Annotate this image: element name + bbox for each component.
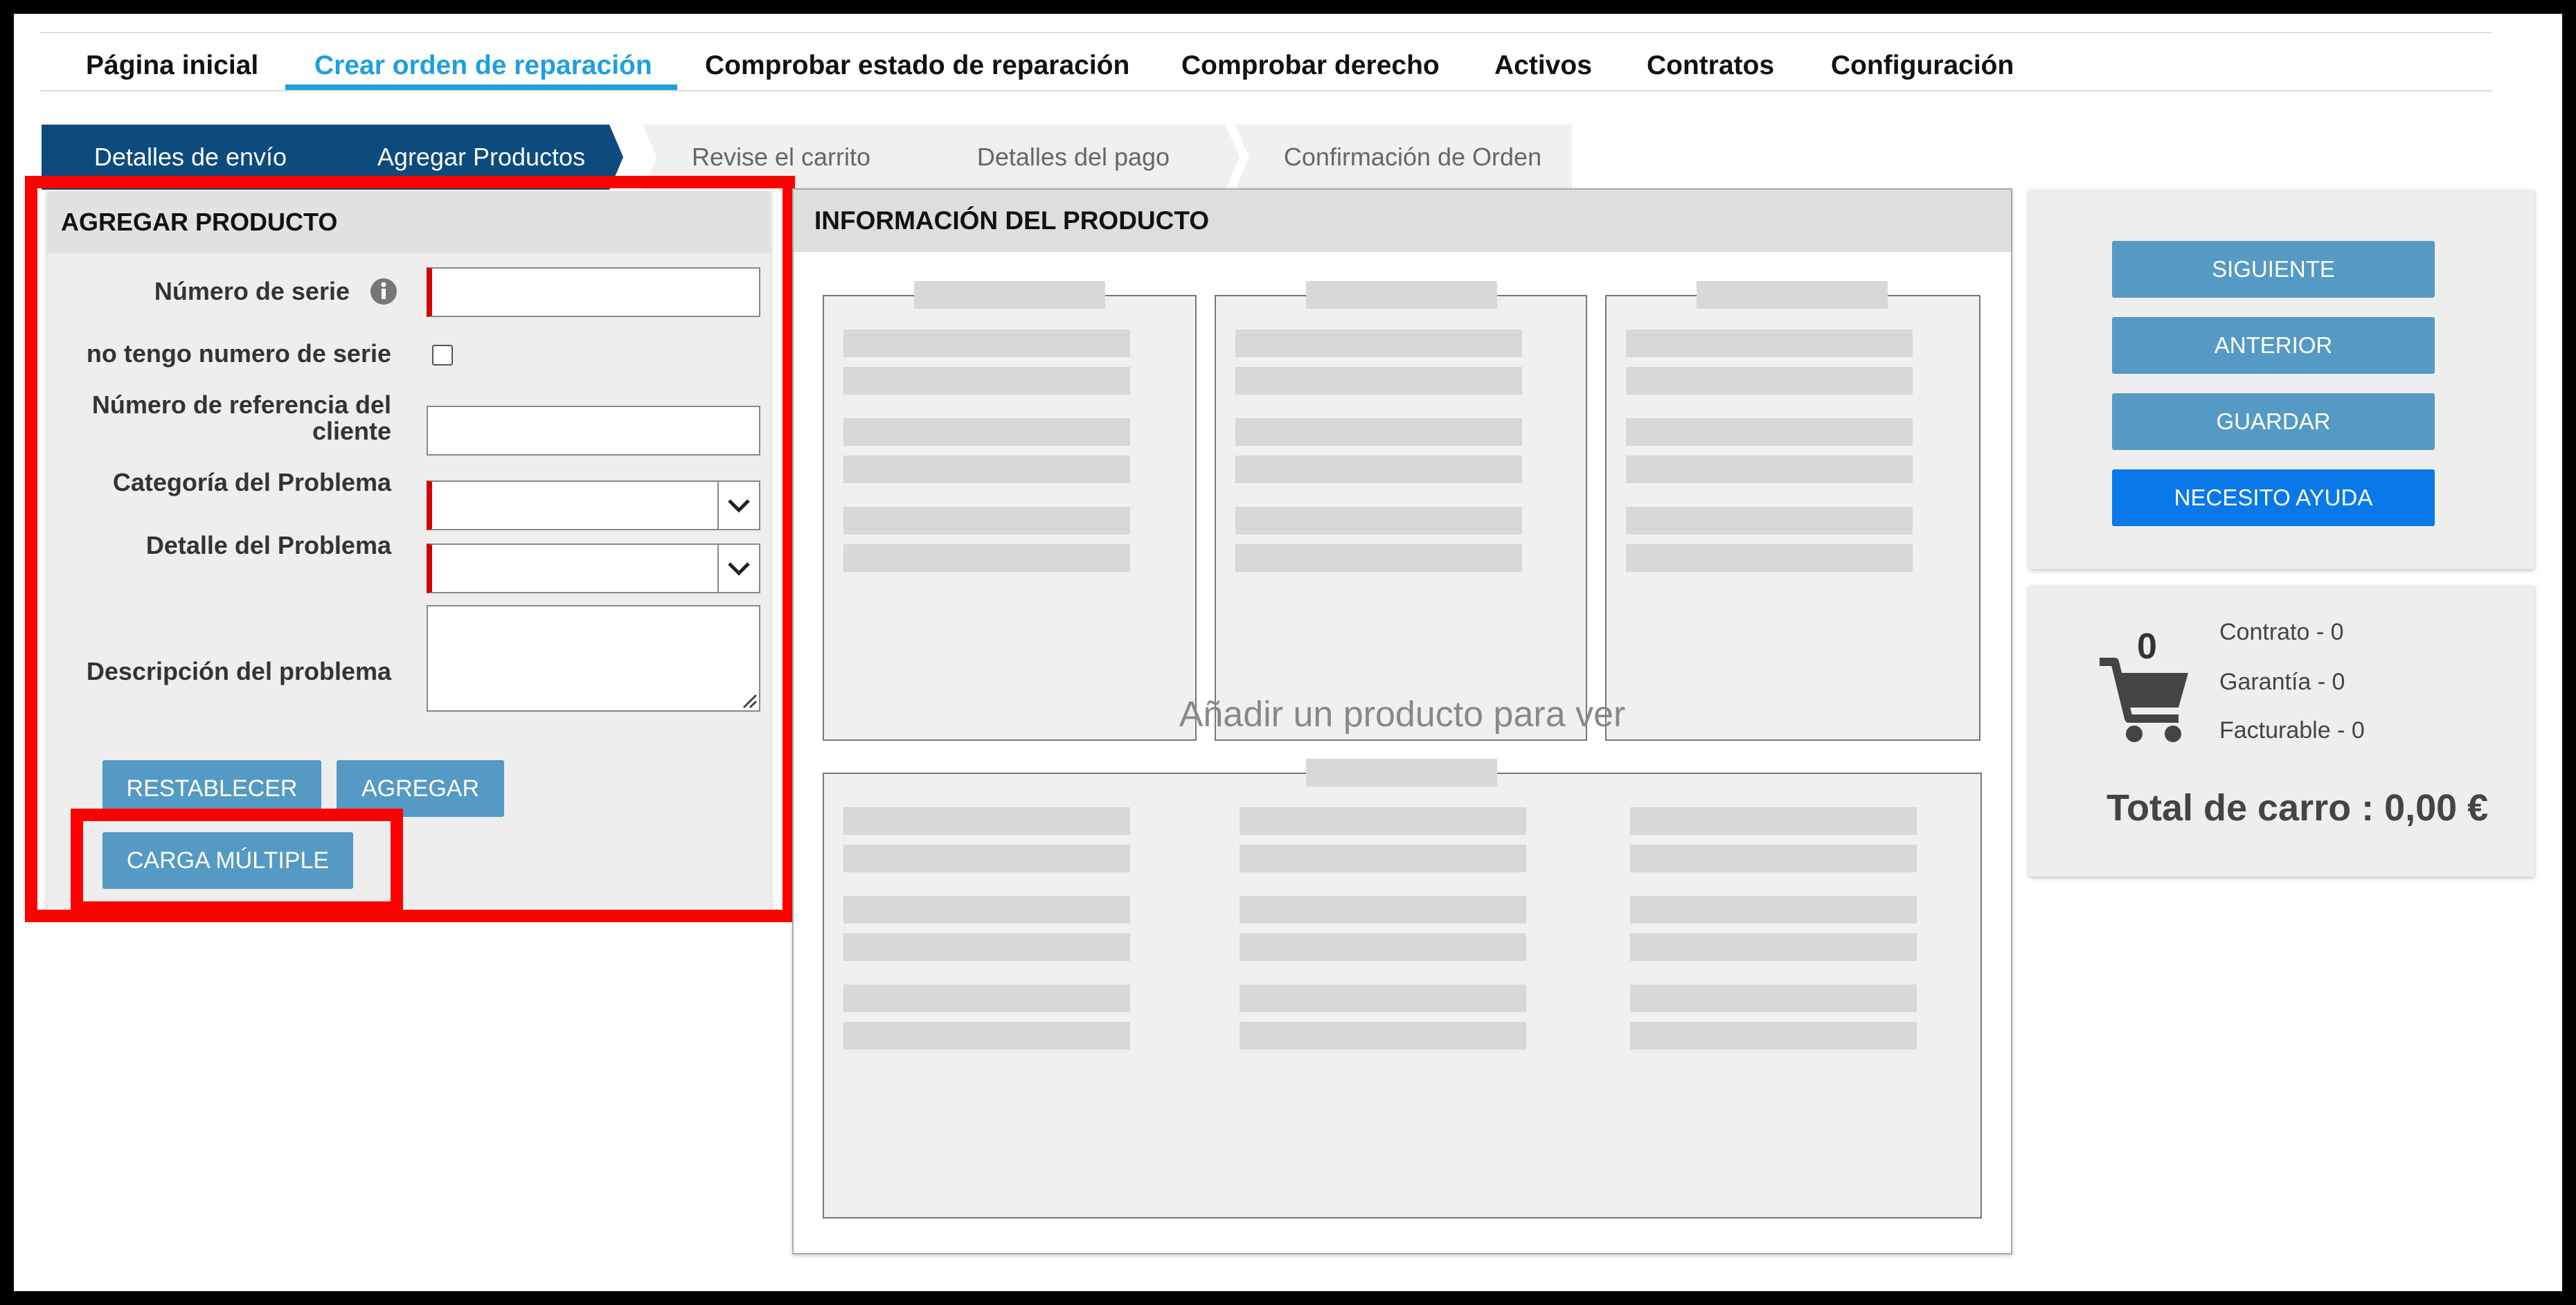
cart-count: 0 (2137, 627, 2157, 667)
skeleton-bar (914, 281, 1105, 309)
skeleton-bar (1630, 896, 1917, 924)
skeleton-bar (843, 845, 1130, 872)
skeleton-bar (1240, 807, 1526, 835)
skeleton-bar (843, 507, 1130, 534)
skeleton-bar (1630, 807, 1917, 835)
cart-panel: 0 Contrato - 0 Garantía - 0 Facturable -… (2029, 586, 2534, 876)
skeleton-bar (1626, 507, 1913, 534)
skeleton-bar (1626, 544, 1913, 572)
nav-item-contracts[interactable]: Contratos (1647, 44, 1774, 87)
skeleton-bar (843, 330, 1130, 357)
skeleton-bar (1235, 367, 1522, 395)
skeleton-bar (843, 933, 1130, 961)
cart-billable-count: Facturable - 0 (2219, 717, 2365, 744)
skeleton-card (1605, 281, 1980, 741)
skeleton-card (1215, 281, 1587, 741)
highlight-bulk-upload (71, 809, 403, 914)
save-button[interactable]: GUARDAR (2112, 393, 2435, 450)
skeleton-bar (1240, 1022, 1526, 1050)
skeleton-bar (1235, 507, 1522, 534)
skeleton-card (823, 281, 1197, 741)
product-info-title: INFORMACIÓN DEL PRODUCTO (794, 190, 2011, 252)
skeleton-bar (1626, 418, 1913, 446)
next-button[interactable]: SIGUIENTE (2112, 241, 2435, 298)
skeleton-bar (1306, 759, 1497, 786)
empty-placeholder-text: Añadir un producto para ver (1179, 694, 1626, 735)
nav-item-settings[interactable]: Configuración (1831, 44, 2014, 87)
skeleton-bar (843, 544, 1130, 572)
skeleton-bar (1626, 330, 1913, 357)
skeleton-bar (843, 984, 1130, 1012)
step-payment-details[interactable]: Detalles del pago (914, 125, 1233, 190)
skeleton-bar (1235, 330, 1522, 357)
skeleton-bar (1240, 933, 1526, 961)
skeleton-bar (843, 456, 1130, 483)
skeleton-bar (1235, 544, 1522, 572)
step-label: Detalles del pago (976, 143, 1170, 171)
skeleton-bar (843, 1022, 1130, 1050)
skeleton-bar (1240, 845, 1526, 872)
skeleton-bar (843, 418, 1130, 446)
skeleton-bar (1240, 896, 1526, 924)
skeleton-bar (1235, 456, 1522, 483)
skeleton-bar (1626, 456, 1913, 483)
page-frame: Página inicial Crear orden de reparación… (14, 14, 2562, 1291)
skeleton-bar (843, 896, 1130, 924)
step-order-confirmation[interactable]: Confirmación de Orden (1246, 125, 1579, 190)
cart-warranty-count: Garantía - 0 (2219, 669, 2345, 695)
skeleton-bar (1630, 933, 1917, 961)
cart-contract-count: Contrato - 0 (2219, 619, 2344, 645)
product-info-panel: INFORMACIÓN DEL PRODUCTO Añadir un produ… (792, 188, 2012, 1254)
skeleton-bar (843, 367, 1130, 395)
help-button[interactable]: NECESITO AYUDA (2112, 469, 2435, 526)
skeleton-card-wide (823, 759, 1982, 1218)
cart-total: Total de carro : 0,00 € (2107, 787, 2489, 829)
skeleton-bar (1630, 1022, 1917, 1050)
step-label: Confirmación de Orden (1283, 143, 1542, 171)
skeleton-bar (1697, 281, 1888, 309)
skeleton-bar (1235, 418, 1522, 446)
previous-button[interactable]: ANTERIOR (2112, 317, 2435, 374)
actions-panel: SIGUIENTE ANTERIOR GUARDAR NECESITO AYUD… (2029, 190, 2534, 569)
skeleton-bar (843, 807, 1130, 835)
skeleton-bar (1306, 281, 1497, 309)
skeleton-bar (1626, 367, 1913, 395)
skeleton-bar (1240, 984, 1526, 1012)
skeleton-bar (1630, 845, 1917, 872)
skeleton-bar (1630, 984, 1917, 1012)
